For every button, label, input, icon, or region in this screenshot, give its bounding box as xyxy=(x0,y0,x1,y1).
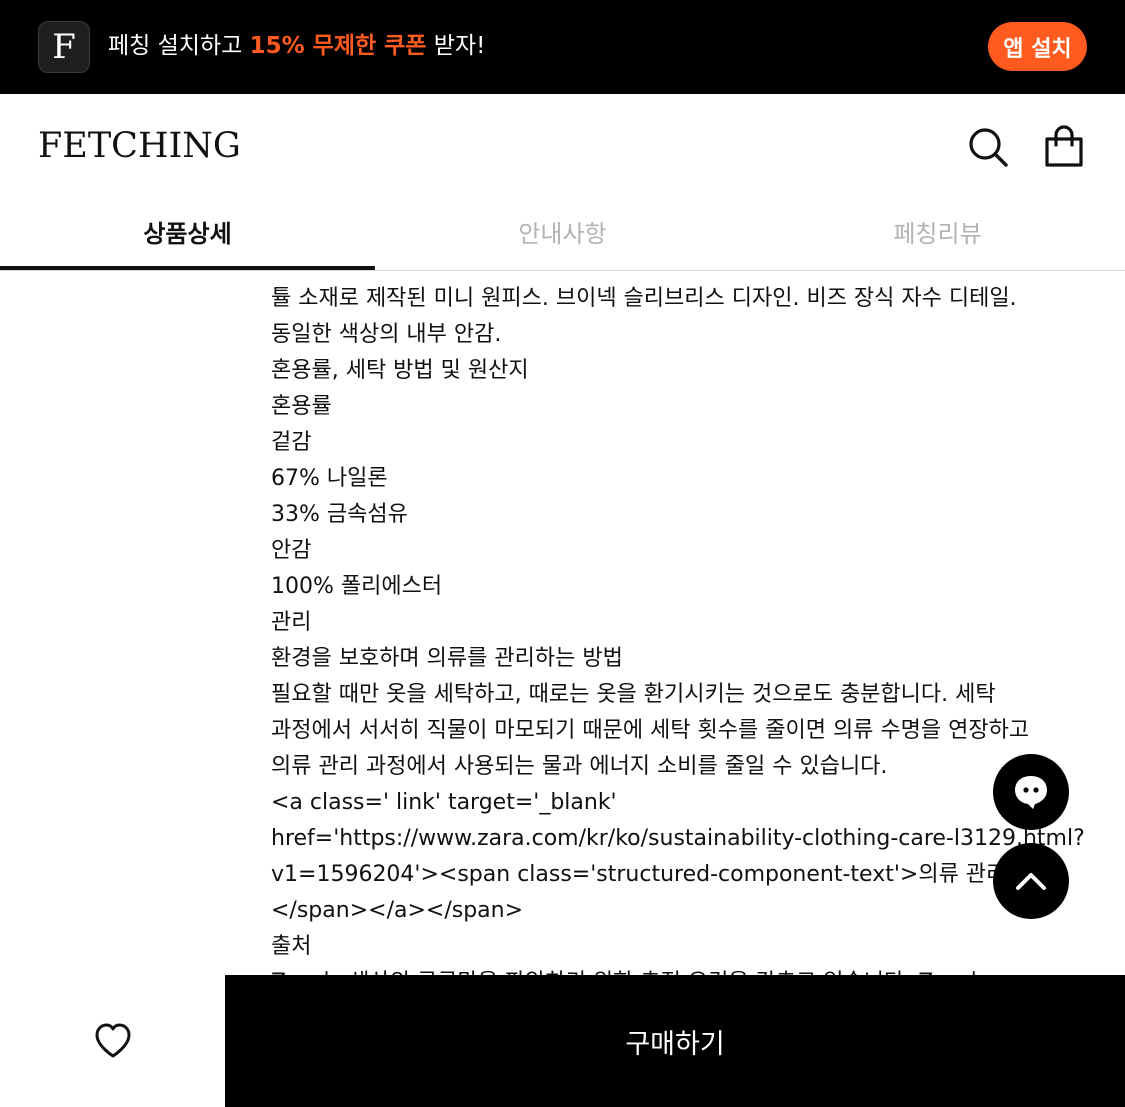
chat-button[interactable] xyxy=(993,754,1069,830)
chevron-up-icon xyxy=(1016,873,1046,890)
scroll-to-top-button[interactable] xyxy=(993,843,1069,919)
description-line: 관리 xyxy=(271,610,312,635)
app-install-button[interactable]: 앱 설치 xyxy=(988,22,1087,71)
tab-reviews[interactable]: 페칭리뷰 xyxy=(750,200,1125,270)
description-line: 필요할 때만 옷을 세탁하고, 때로는 옷을 환기시키는 것으로도 충분합니다.… xyxy=(271,682,996,707)
fetching-logo[interactable]: FETCHING xyxy=(38,124,241,168)
description-line: 동일한 색상의 내부 안감. xyxy=(271,322,502,347)
description-line: 혼용률, 세탁 방법 및 원산지 xyxy=(271,358,529,383)
product-detail-content: 튤 소재로 제작된 미니 원피스. 브이넥 슬리브리스 디자인. 비즈 장식 자… xyxy=(0,271,1125,975)
description-line: 과정에서 서서히 직물이 마모되기 때문에 세탁 횟수를 줄이면 의류 수명을 … xyxy=(271,718,1030,743)
description-line: </span></a></span> xyxy=(271,898,524,923)
product-description: 튤 소재로 제작된 미니 원피스. 브이넥 슬리브리스 디자인. 비즈 장식 자… xyxy=(271,281,1101,975)
tab-product-detail[interactable]: 상품상세 xyxy=(0,200,375,270)
active-tab-indicator xyxy=(0,266,375,270)
description-line: 33% 금속섬유 xyxy=(271,502,408,527)
shopping-bag-icon[interactable] xyxy=(1042,125,1086,169)
wishlist-button[interactable] xyxy=(0,975,225,1107)
app-icon-letter: F xyxy=(52,27,76,67)
product-tabs: 상품상세 안내사항 페칭리뷰 xyxy=(0,200,1125,271)
description-line: 67% 나일론 xyxy=(271,466,388,491)
description-line: 안감 xyxy=(271,538,312,563)
fetching-app-icon: F xyxy=(38,21,90,73)
buy-button[interactable]: 구매하기 xyxy=(225,975,1125,1107)
description-line: <a class=' link' target='_blank' xyxy=(271,790,617,815)
site-header: FETCHING xyxy=(0,94,1125,200)
search-icon[interactable] xyxy=(966,125,1010,169)
tab-notice[interactable]: 안내사항 xyxy=(375,200,750,270)
description-line: 겉감 xyxy=(271,430,312,455)
description-line: 의류 관리 과정에서 사용되는 물과 에너지 소비를 줄일 수 있습니다. xyxy=(271,754,888,779)
description-line: v1=1596204'><span class='structured-comp… xyxy=(271,862,1007,887)
description-line: 혼용률 xyxy=(271,394,332,419)
description-line: 출처 xyxy=(271,934,312,959)
description-line: 환경을 보호하며 의류를 관리하는 방법 xyxy=(271,646,623,671)
promo-text: 페칭 설치하고 15% 무제한 쿠폰 받자! xyxy=(108,30,485,62)
description-line: Zara는 생산의 공급망을 파악하기 위한 추적 요건을 갖추고 있습니다. … xyxy=(271,965,1101,975)
description-line: 튤 소재로 제작된 미니 원피스. 브이넥 슬리브리스 디자인. 비즈 장식 자… xyxy=(271,286,1017,311)
chat-icon xyxy=(1015,776,1047,809)
description-line: href='https://www.zara.com/kr/ko/sustain… xyxy=(271,826,1085,851)
app-install-banner: F 페칭 설치하고 15% 무제한 쿠폰 받자! 앱 설치 xyxy=(0,0,1125,94)
description-line: 100% 폴리에스터 xyxy=(271,574,443,599)
heart-icon xyxy=(95,1023,130,1058)
bottom-action-bar: 구매하기 xyxy=(0,975,1125,1107)
promo-highlight: 15% 무제한 쿠폰 xyxy=(249,33,427,59)
promo-text-after: 받자! xyxy=(426,33,486,59)
promo-text-before: 페칭 설치하고 xyxy=(108,33,250,59)
